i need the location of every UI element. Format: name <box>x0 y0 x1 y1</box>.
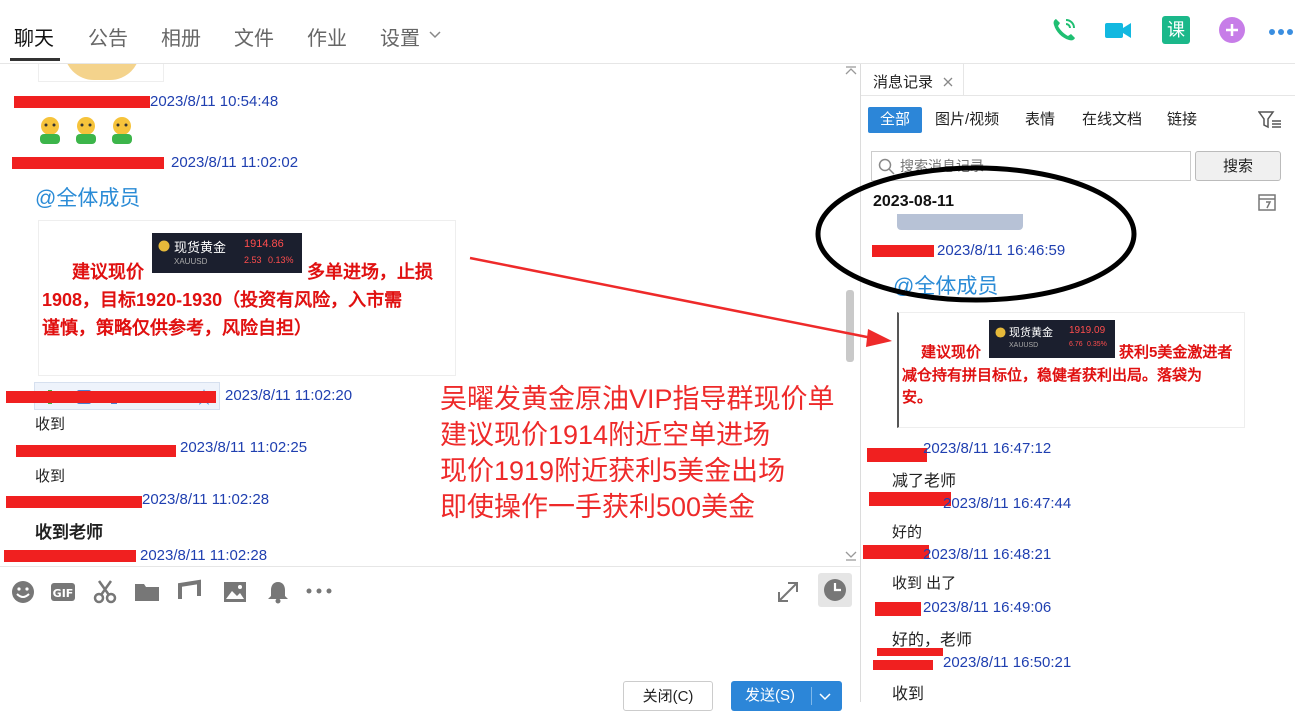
annotation-circle <box>815 165 1137 303</box>
